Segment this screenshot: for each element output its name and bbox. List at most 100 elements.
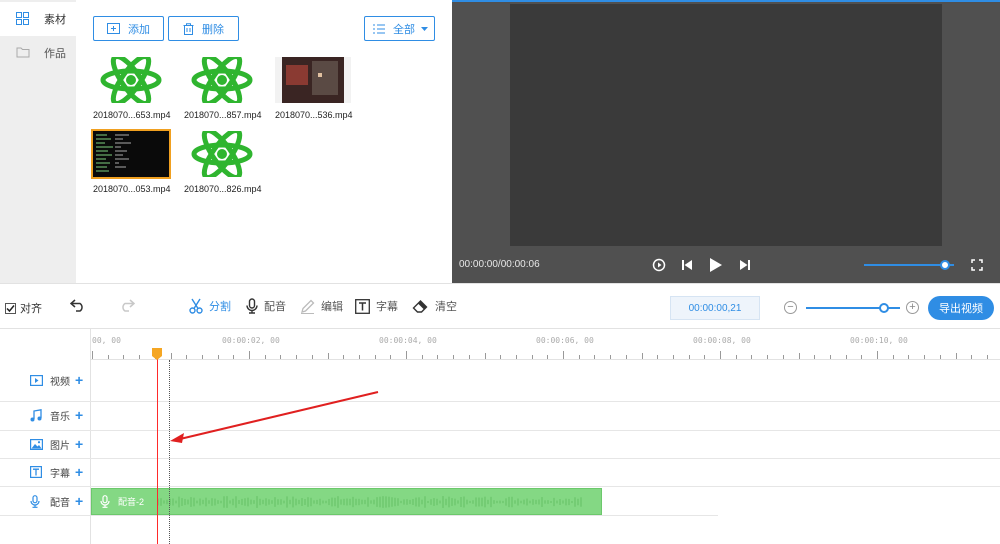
zoom-in-button[interactable]: + (906, 301, 919, 314)
material-item[interactable]: 2018070...826.mp4 (184, 131, 262, 194)
microphone-icon (100, 495, 110, 508)
add-music-button[interactable]: + (75, 408, 83, 422)
black-screen-thumbnail (91, 129, 171, 179)
skip-forward-icon (739, 259, 751, 271)
split-button[interactable]: 分割 (189, 298, 231, 314)
ruler-tick (861, 355, 863, 359)
material-name: 2018070...857.mp4 (184, 110, 262, 120)
video-icon (30, 374, 44, 386)
dub-clip[interactable]: 配音-2 (91, 488, 602, 515)
edit-button[interactable]: 编辑 (300, 298, 343, 314)
ruler-label: 00:00:02, 00 (222, 336, 280, 345)
ruler-tick (453, 355, 455, 359)
material-item[interactable]: 2018070...653.mp4 (93, 57, 171, 120)
add-subtitle-button[interactable]: + (75, 465, 83, 479)
skip-back-icon (681, 259, 693, 271)
undo-button[interactable] (70, 298, 86, 312)
ruler-tick (625, 355, 627, 359)
ruler-tick (139, 355, 141, 359)
edit-label: 编辑 (321, 301, 343, 313)
add-image-button[interactable]: + (75, 437, 83, 451)
ruler-tick (578, 355, 580, 359)
sidebar-item-works[interactable]: 作品 (0, 36, 76, 70)
add-button-label: 添加 (128, 23, 150, 36)
track-dub: 配音 + (30, 494, 83, 509)
track-music: 音乐 + (30, 408, 83, 423)
track-image: 图片 + (30, 437, 83, 452)
sidebar-item-label: 作品 (44, 48, 66, 60)
playhead-line[interactable] (157, 349, 158, 544)
text-icon (30, 466, 44, 478)
add-dub-button[interactable]: + (75, 494, 83, 508)
ruler-tick (610, 355, 612, 359)
ruler-tick (92, 351, 93, 359)
material-name: 2018070...653.mp4 (93, 110, 171, 120)
ruler-tick (217, 355, 219, 359)
ruler-tick (939, 355, 941, 359)
plus-icon: + (909, 301, 916, 313)
ruler-tick (829, 355, 831, 359)
subtitle-button[interactable]: 字幕 (355, 298, 398, 314)
green-logo-thumbnail (184, 57, 260, 103)
material-name: 2018070...536.mp4 (275, 110, 353, 120)
ruler-tick (296, 355, 298, 359)
sidebar-item-materials[interactable]: 素材 (0, 2, 76, 36)
playhead-handle[interactable] (152, 348, 162, 360)
timeline-toolbar: 对齐 分割 配音 编辑 字幕 清空 00:00:00,21 − + 导出视频 (0, 283, 1000, 329)
ruler-tick (563, 351, 564, 359)
material-item[interactable]: 2018070...536.mp4 (275, 57, 353, 120)
material-item[interactable]: 2018070...857.mp4 (184, 57, 262, 120)
ruler-tick (327, 353, 329, 359)
material-name: 2018070...826.mp4 (184, 184, 262, 194)
next-frame-button[interactable] (735, 255, 755, 275)
undo-icon (70, 298, 86, 312)
ruler-tick (720, 351, 721, 359)
track-video: 视频 + (30, 373, 83, 388)
grid-icon (16, 12, 30, 26)
add-file-icon (107, 23, 120, 34)
audio-waveform (157, 495, 582, 508)
ruler-tick (280, 355, 282, 359)
ruler-tick (233, 355, 235, 359)
ruler-tick (971, 355, 973, 359)
ruler-tick (657, 355, 659, 359)
ruler-tick (908, 355, 910, 359)
export-video-button[interactable]: 导出视频 (928, 296, 994, 320)
timeline: 00, 00 00:00:02, 00 00:00:04, 00 00:00:0… (0, 329, 1000, 544)
material-item-selected[interactable]: 2018070...053.mp4 (91, 129, 171, 194)
ruler-tick (437, 355, 439, 359)
add-video-button[interactable]: + (75, 373, 83, 387)
clear-button[interactable]: 清空 (412, 298, 457, 314)
fullscreen-icon (971, 259, 983, 271)
fullscreen-button[interactable] (967, 255, 987, 275)
delete-button[interactable]: 删除 (168, 16, 239, 41)
preview-screen[interactable] (510, 4, 942, 246)
snap-checkbox[interactable]: 对齐 (5, 300, 42, 316)
pencil-icon (300, 299, 315, 314)
snap-label: 对齐 (20, 303, 42, 315)
loop-button[interactable] (649, 255, 669, 275)
ruler-tick (704, 355, 706, 359)
filter-select[interactable]: 全部 (364, 16, 435, 41)
time-ruler[interactable]: 00, 00 00:00:02, 00 00:00:04, 00 00:00:0… (91, 329, 1000, 360)
add-button[interactable]: 添加 (93, 16, 164, 41)
track-separator (0, 515, 718, 516)
volume-slider-handle[interactable] (940, 260, 950, 270)
track-separator (0, 458, 1000, 459)
ruler-tick (249, 351, 250, 359)
redo-button[interactable] (119, 298, 135, 312)
ruler-tick (641, 353, 643, 359)
materials-panel: 添加 删除 全部 2018070...653.mp4 2018070...857… (76, 0, 451, 283)
track-separator (0, 486, 1000, 487)
zoom-out-button[interactable]: − (784, 301, 797, 314)
play-button[interactable] (706, 255, 726, 275)
ruler-label: 00:00:10, 00 (850, 336, 908, 345)
previous-frame-button[interactable] (677, 255, 697, 275)
ruler-tick (515, 355, 517, 359)
preview-time: 00:00:00/00:00:06 (459, 259, 540, 270)
ruler-label: 00:00:08, 00 (693, 336, 751, 345)
zoom-slider-handle[interactable] (879, 303, 890, 313)
microphone-icon (30, 494, 44, 508)
dub-button[interactable]: 配音 (246, 298, 286, 314)
green-logo-thumbnail (93, 57, 169, 103)
